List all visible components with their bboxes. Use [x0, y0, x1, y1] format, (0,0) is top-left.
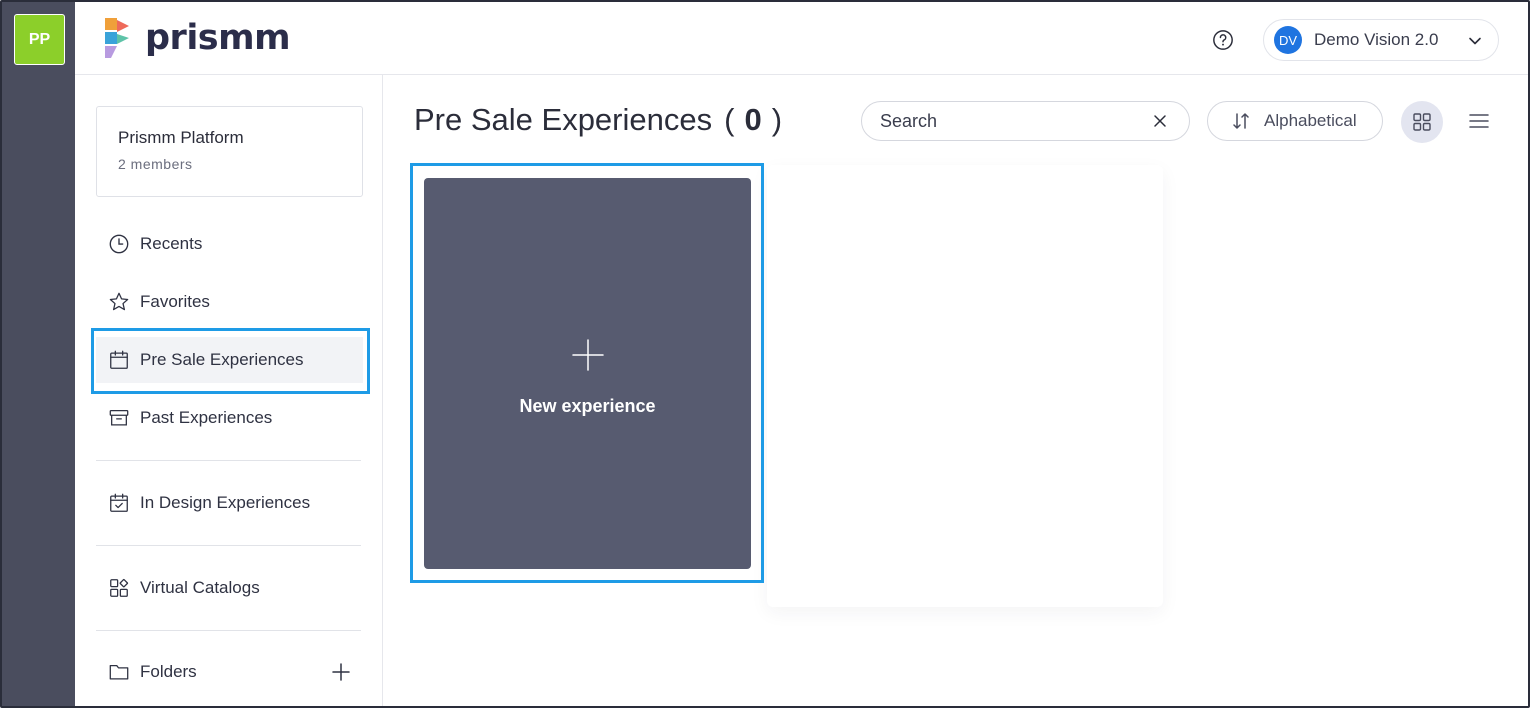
- avatar: DV: [1274, 26, 1302, 54]
- list-view-button[interactable]: [1466, 108, 1492, 134]
- sidebar-item-virtual-catalogs[interactable]: Virtual Catalogs: [96, 565, 363, 611]
- add-folder-icon[interactable]: [331, 662, 351, 682]
- star-icon: [109, 292, 129, 311]
- page-title: Pre Sale Experiences (0): [414, 102, 782, 138]
- prismm-logo-icon: [105, 18, 129, 58]
- calendar-check-icon: [110, 493, 128, 512]
- search-box: [861, 101, 1190, 141]
- sidebar: Prismm Platform 2 members Recents Favori…: [75, 75, 383, 706]
- team-name: Prismm Platform: [118, 128, 244, 147]
- sidebar-item-label: Virtual Catalogs: [140, 578, 260, 597]
- grid-view-button[interactable]: [1401, 101, 1443, 143]
- account-name: Demo Vision 2.0: [1314, 30, 1439, 49]
- sidebar-item-label: Past Experiences: [140, 408, 273, 427]
- clock-icon: [109, 234, 129, 254]
- brand-logo[interactable]: prismm: [103, 16, 291, 60]
- page-title-text: Pre Sale Experiences: [414, 102, 713, 137]
- shapes-icon: [110, 578, 129, 597]
- sidebar-item-label: Folders: [140, 662, 197, 681]
- sidebar-item-label: Favorites: [140, 292, 210, 311]
- brand-name: prismm: [145, 18, 291, 58]
- list-icon: [1469, 114, 1489, 128]
- grid-icon: [1413, 113, 1431, 131]
- search-input[interactable]: [880, 110, 1120, 132]
- account-menu[interactable]: DV Demo Vision 2.0: [1263, 19, 1499, 61]
- sidebar-item-label: In Design Experiences: [140, 493, 311, 512]
- main-content: Pre Sale Experiences (0) Alphabetical: [383, 75, 1528, 706]
- archive-icon: [109, 410, 129, 426]
- workspace-rail: PP: [2, 2, 75, 706]
- sort-button[interactable]: Alphabetical: [1207, 101, 1383, 141]
- folder-icon: [109, 664, 129, 680]
- sidebar-item-label: Pre Sale Experiences: [140, 350, 304, 369]
- empty-card-placeholder: [767, 165, 1163, 607]
- sidebar-item-favorites[interactable]: Favorites: [96, 279, 363, 325]
- item-count: (0): [724, 102, 783, 137]
- sidebar-divider: [96, 460, 361, 461]
- team-members-count: 2 members: [118, 156, 193, 172]
- new-experience-card[interactable]: New experience: [424, 178, 751, 569]
- sidebar-item-pre-sale-experiences[interactable]: Pre Sale Experiences: [96, 337, 363, 383]
- sort-arrows-icon: [1233, 113, 1249, 129]
- sidebar-item-in-design-experiences[interactable]: In Design Experiences: [96, 480, 363, 526]
- new-experience-label: New experience: [519, 396, 656, 416]
- sort-label: Alphabetical: [1264, 111, 1357, 130]
- sidebar-item-folders[interactable]: Folders: [96, 649, 296, 695]
- sidebar-divider: [96, 545, 361, 546]
- sidebar-item-label: Recents: [140, 234, 203, 253]
- plus-icon: [572, 339, 604, 371]
- team-card[interactable]: Prismm Platform 2 members: [96, 106, 363, 197]
- close-icon[interactable]: [1153, 114, 1167, 128]
- sidebar-divider: [96, 630, 361, 631]
- sidebar-item-recents[interactable]: Recents: [96, 221, 363, 267]
- app-window: PP prismm DV Demo Vision 2.0 Prismm Plat…: [0, 0, 1530, 708]
- chevron-down-icon: [1469, 37, 1481, 45]
- sidebar-item-past-experiences[interactable]: Past Experiences: [96, 395, 363, 441]
- calendar-icon: [110, 350, 128, 369]
- workspace-badge[interactable]: PP: [14, 14, 65, 65]
- top-bar: prismm DV Demo Vision 2.0: [75, 2, 1528, 75]
- help-icon[interactable]: [1212, 29, 1234, 51]
